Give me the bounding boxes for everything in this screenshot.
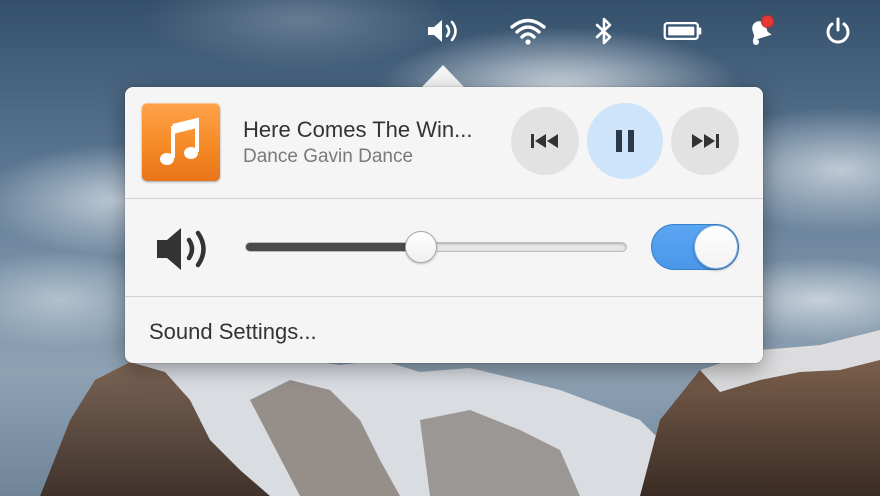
power-icon [826,17,850,44]
separator [125,296,763,297]
notifications-indicator[interactable] [740,12,780,50]
volume-slider-fill [246,243,421,251]
bluetooth-indicator[interactable] [584,12,624,50]
power-indicator[interactable] [818,12,858,50]
volume-slider[interactable] [245,231,627,263]
speaker-volume-icon [157,228,206,270]
toggle-knob [694,225,738,269]
music-note-icon [160,117,199,165]
speaker-volume-icon [428,20,457,42]
battery-indicator[interactable] [663,12,703,50]
notification-badge [761,15,774,28]
pause-button[interactable] [587,103,663,179]
volume-row [125,199,763,296]
pause-icon [616,130,634,152]
top-panel [0,0,880,64]
previous-track-button[interactable] [511,107,579,175]
skip-back-icon [531,134,558,148]
sound-popover: Here Comes The Win... Dance Gavin Dance [125,87,763,363]
track-title: Here Comes The Win... [243,117,473,142]
volume-slider-handle[interactable] [404,231,437,263]
media-player: Here Comes The Win... Dance Gavin Dance [125,87,763,198]
network-indicator[interactable] [508,12,548,50]
next-track-button[interactable] [671,107,739,175]
battery-icon [663,22,702,40]
wifi-icon [510,18,546,45]
sound-indicator[interactable] [424,12,464,50]
sound-output-toggle[interactable] [651,224,739,270]
track-artist: Dance Gavin Dance [243,146,414,167]
popover-arrow [421,65,465,88]
album-art [142,103,220,181]
sound-settings-menu-item[interactable]: Sound Settings... [149,319,317,345]
bluetooth-icon [595,17,612,45]
skip-forward-icon [692,134,719,148]
